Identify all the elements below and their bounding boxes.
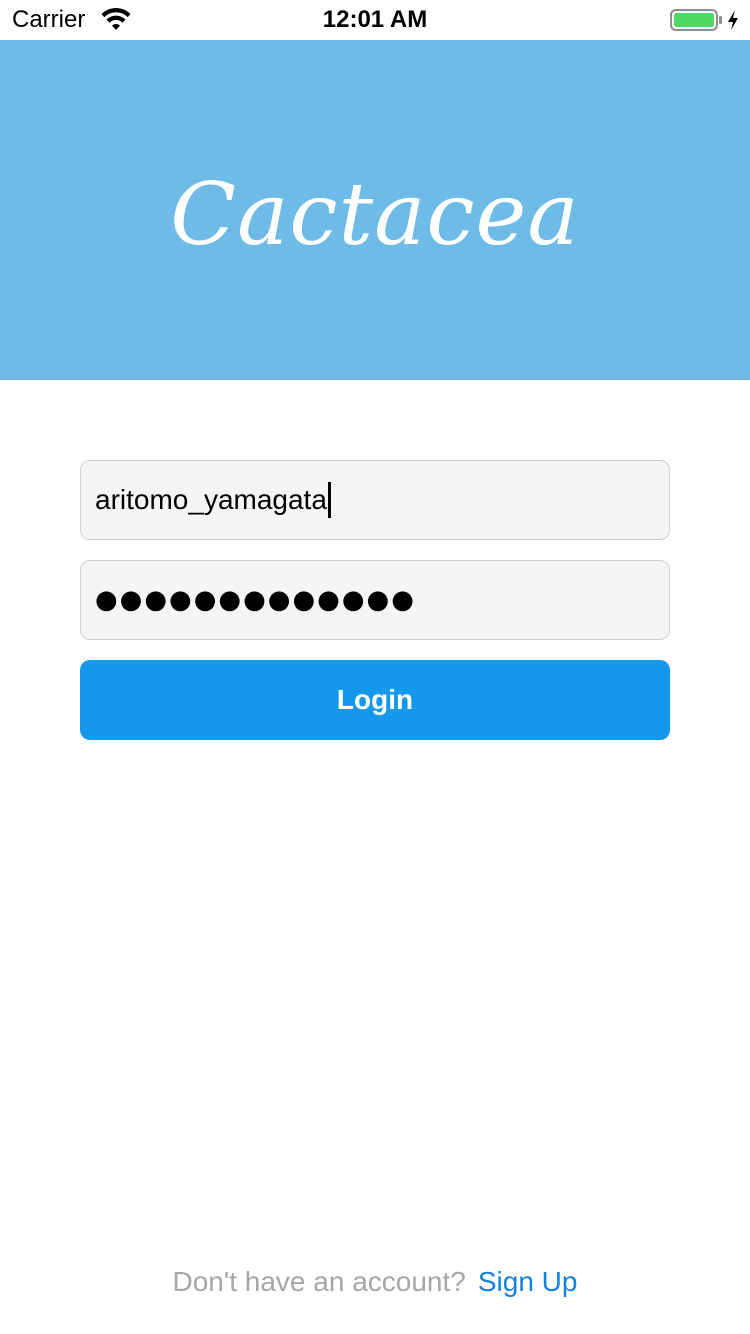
password-masked-value: ●●●●●●●●●●●●●	[95, 585, 416, 615]
sign-up-link[interactable]: Sign Up	[478, 1266, 578, 1297]
status-bar: Carrier 12:01 AM	[0, 0, 750, 40]
app-logo-text: Cactacea	[170, 165, 580, 265]
no-account-text: Don't have an account?	[172, 1266, 466, 1297]
username-input-value[interactable]: aritomo_yamagata	[95, 461, 331, 539]
signup-prompt: Don't have an account? Sign Up	[0, 1266, 750, 1298]
username-field[interactable]: aritomo_yamagata	[80, 460, 670, 540]
text-cursor	[327, 481, 331, 518]
charging-bolt-icon	[726, 8, 740, 32]
login-screen: Carrier 12:01 AM Cactacea aritomo_yamaga…	[0, 0, 750, 1334]
username-text: aritomo_yamagata	[95, 484, 327, 515]
status-time: 12:01 AM	[322, 6, 428, 33]
battery-charging-icon	[670, 8, 724, 32]
login-button[interactable]: Login	[80, 660, 670, 740]
password-field[interactable]: ●●●●●●●●●●●●●	[80, 560, 670, 640]
header-banner: Cactacea	[0, 40, 750, 380]
